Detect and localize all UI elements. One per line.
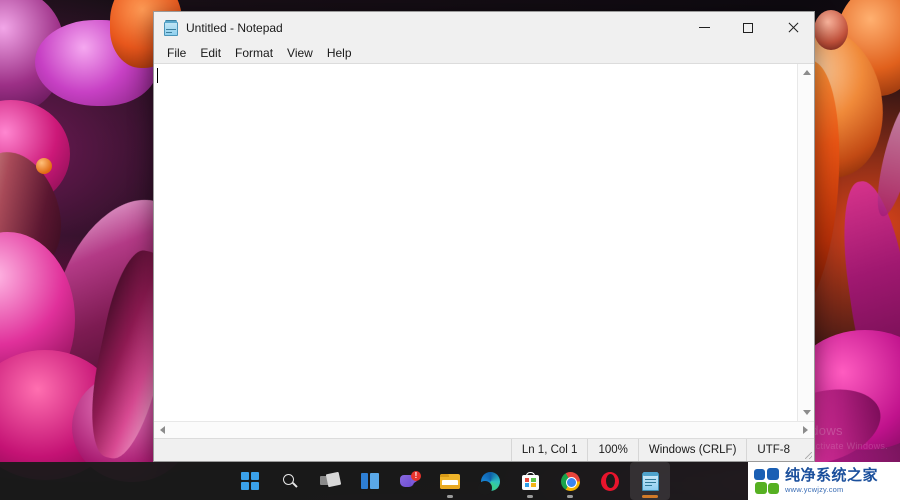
start-icon bbox=[241, 472, 259, 490]
taskbar-item-start[interactable] bbox=[230, 462, 270, 500]
maximize-button[interactable] bbox=[726, 12, 770, 43]
store-icon bbox=[521, 472, 539, 490]
menu-bar[interactable]: File Edit Format View Help bbox=[154, 43, 814, 63]
text-caret bbox=[157, 68, 158, 83]
taskbar-item-widgets[interactable] bbox=[350, 462, 390, 500]
active-indicator bbox=[642, 495, 658, 498]
window-title: Untitled - Notepad bbox=[186, 20, 283, 35]
site-watermark-url: www.ycwjzy.com bbox=[785, 485, 844, 495]
notepad-icon bbox=[163, 19, 179, 36]
status-bar: Ln 1, Col 1 100% Windows (CRLF) UTF-8 bbox=[154, 438, 814, 461]
vertical-scrollbar-track[interactable] bbox=[798, 81, 814, 404]
editor-area[interactable] bbox=[154, 63, 814, 421]
title-bar[interactable]: Untitled - Notepad bbox=[154, 12, 814, 43]
horizontal-scrollbar[interactable] bbox=[154, 421, 814, 439]
menu-item-view[interactable]: View bbox=[280, 44, 320, 62]
site-logo-icon bbox=[754, 468, 780, 494]
minimize-button[interactable] bbox=[682, 12, 726, 43]
menu-item-file[interactable]: File bbox=[160, 44, 193, 62]
status-zoom-level[interactable]: 100% bbox=[587, 439, 637, 461]
running-indicator bbox=[447, 495, 453, 498]
edge-icon bbox=[477, 471, 500, 495]
close-button[interactable] bbox=[770, 12, 814, 43]
scroll-up-icon[interactable] bbox=[798, 64, 814, 81]
taskbar-item-edge[interactable] bbox=[470, 462, 510, 500]
file-explorer-icon bbox=[440, 473, 460, 489]
opera-icon bbox=[601, 471, 619, 491]
taskbar-item-store[interactable] bbox=[510, 462, 550, 500]
scroll-down-icon[interactable] bbox=[798, 404, 814, 421]
horizontal-scrollbar-track[interactable] bbox=[171, 421, 797, 439]
notepad-window[interactable]: Untitled - Notepad File Edit Format View… bbox=[153, 11, 815, 462]
status-cursor-position: Ln 1, Col 1 bbox=[510, 439, 588, 461]
resize-grip[interactable] bbox=[800, 439, 814, 461]
taskbar-item-chrome[interactable] bbox=[550, 462, 590, 500]
taskbar-item-opera[interactable] bbox=[590, 462, 630, 500]
desktop: Activate Windows Go to Settings to activ… bbox=[0, 0, 900, 500]
status-encoding[interactable]: UTF-8 bbox=[746, 439, 800, 461]
status-bar-spacer bbox=[154, 439, 511, 461]
teams-badge: ! bbox=[411, 470, 421, 481]
taskbar-item-search[interactable] bbox=[270, 462, 310, 500]
task-view-icon bbox=[320, 471, 342, 489]
search-icon bbox=[281, 472, 299, 490]
taskbar-item-teams[interactable]: ! bbox=[390, 462, 430, 500]
status-line-ending[interactable]: Windows (CRLF) bbox=[637, 439, 747, 461]
running-indicator bbox=[527, 495, 533, 498]
scroll-right-icon[interactable] bbox=[797, 422, 814, 439]
taskbar-item-file-explorer[interactable] bbox=[430, 462, 470, 500]
notepad-icon bbox=[641, 471, 659, 491]
site-watermark-name: 纯净系统之家 bbox=[785, 467, 879, 485]
taskbar-items: ! bbox=[230, 462, 670, 500]
taskbar-item-task-view[interactable] bbox=[310, 462, 350, 500]
menu-item-help[interactable]: Help bbox=[320, 44, 359, 62]
running-indicator bbox=[567, 495, 573, 498]
vertical-scrollbar[interactable] bbox=[797, 64, 814, 421]
chrome-icon bbox=[560, 471, 580, 491]
taskbar-item-notepad[interactable] bbox=[630, 462, 670, 500]
widgets-icon bbox=[361, 473, 379, 489]
scroll-left-icon[interactable] bbox=[154, 422, 171, 439]
teams-icon: ! bbox=[400, 470, 421, 490]
menu-item-edit[interactable]: Edit bbox=[193, 44, 228, 62]
site-watermark: 纯净系统之家 www.ycwjzy.com bbox=[748, 462, 900, 500]
menu-item-format[interactable]: Format bbox=[228, 44, 280, 62]
text-editor[interactable] bbox=[154, 64, 797, 421]
